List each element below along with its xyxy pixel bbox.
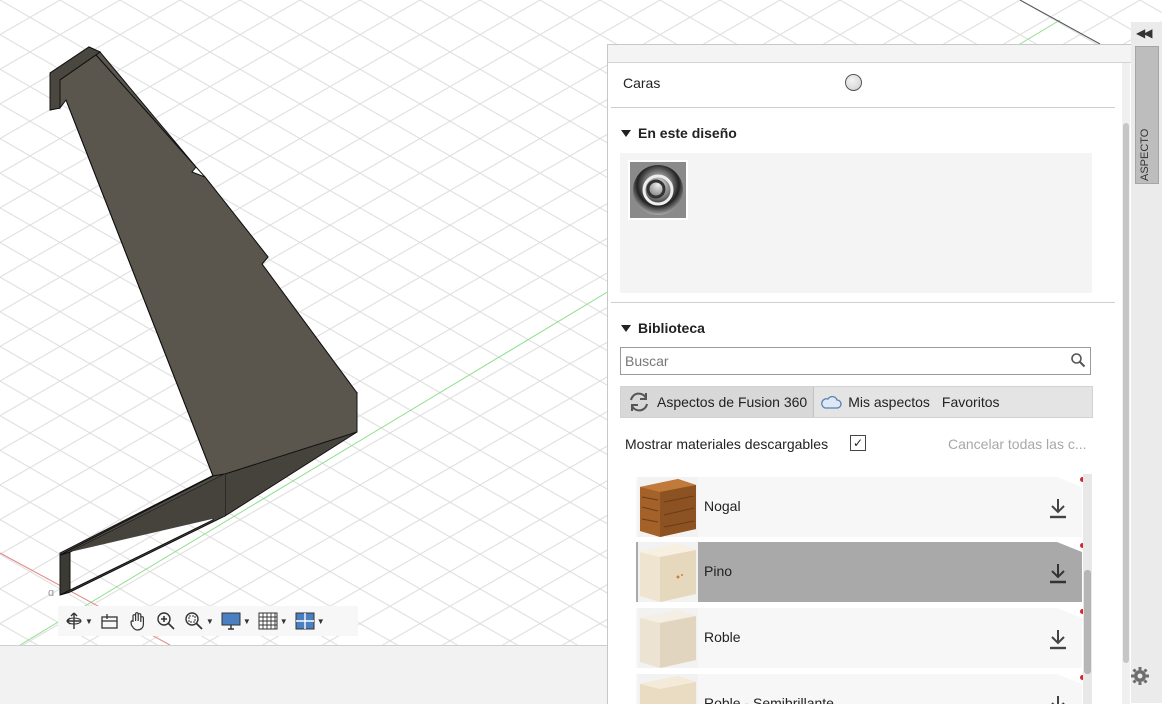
- appearance-side-tab[interactable]: ASPECTO: [1135, 46, 1159, 184]
- look-at-button[interactable]: [97, 608, 123, 634]
- panel-header[interactable]: [608, 45, 1131, 63]
- download-icon[interactable]: [1048, 562, 1068, 584]
- divider: [611, 302, 1115, 303]
- orbit-icon: [66, 612, 82, 629]
- tab-my-appearances[interactable]: Mis aspectos: [813, 387, 936, 417]
- list-item-nogal[interactable]: Nogal: [636, 477, 1082, 537]
- appearance-panel: Caras En este diseño Biblioteca Buscar A…: [607, 44, 1131, 704]
- in-design-box: [620, 153, 1092, 293]
- design-appearance-thumbnail[interactable]: [628, 160, 688, 220]
- tab-label: Aspectos de Fusion 360: [657, 394, 808, 410]
- list-item-roble[interactable]: Roble: [636, 608, 1082, 668]
- library-tabs: Aspectos de Fusion 360 Mis aspectos Favo…: [620, 386, 1093, 418]
- in-design-section-header[interactable]: En este diseño: [621, 125, 737, 141]
- grid-settings-button[interactable]: ▼: [255, 608, 290, 634]
- gear-icon[interactable]: [1130, 666, 1150, 686]
- pine-thumbnail: [638, 542, 698, 602]
- cancel-all-downloads-link[interactable]: Cancelar todas las c...: [948, 436, 1087, 452]
- zoom-button[interactable]: [153, 608, 179, 634]
- search-placeholder: Buscar: [625, 353, 669, 369]
- navigation-toolbar: ▼ ▼ ▼ ▼ ▼: [58, 606, 358, 636]
- fit-zoom-icon: [185, 612, 203, 630]
- pan-button[interactable]: [125, 608, 151, 634]
- chevron-down-icon[interactable]: ▼: [280, 617, 288, 626]
- display-settings-button[interactable]: ▼: [218, 608, 253, 634]
- show-downloadable-checkbox[interactable]: ✓: [850, 435, 866, 451]
- show-downloadable-row: Mostrar materiales descargables ✓ Cancel…: [625, 434, 1095, 456]
- tab-favorites[interactable]: Favoritos: [936, 387, 1006, 417]
- pan-hand-icon: [130, 612, 144, 631]
- material-name: Pino: [704, 563, 733, 579]
- apply-to-faces-row: Caras: [623, 73, 1113, 97]
- library-search-input[interactable]: Buscar: [620, 347, 1091, 375]
- collapse-triangle-icon[interactable]: [621, 324, 631, 332]
- walnut-thumbnail: [638, 477, 698, 537]
- library-section-header[interactable]: Biblioteca: [621, 320, 705, 336]
- download-icon[interactable]: [1048, 628, 1068, 650]
- refresh-icon[interactable]: [627, 391, 651, 413]
- library-title: Biblioteca: [638, 320, 705, 336]
- orbit-button[interactable]: ▼: [62, 608, 95, 634]
- collapse-triangle-icon[interactable]: [621, 129, 631, 137]
- search-icon[interactable]: [1070, 352, 1086, 368]
- timeline-area: [0, 645, 608, 704]
- oak-semigloss-thumbnail: [638, 674, 698, 704]
- list-item-roble-semibrillante[interactable]: Roble - Semibrillante: [636, 674, 1082, 704]
- display-settings-icon: [221, 612, 241, 630]
- zoom-icon: [157, 612, 175, 630]
- list-item-pino[interactable]: Pino: [636, 542, 1082, 602]
- viewports-icon: [295, 612, 315, 630]
- show-downloadable-label: Mostrar materiales descargables: [625, 436, 829, 452]
- faces-label: Caras: [623, 75, 661, 91]
- material-name: Roble: [704, 629, 741, 645]
- cloud-icon: [821, 395, 842, 409]
- chevron-down-icon[interactable]: ▼: [85, 617, 93, 626]
- side-tab-label: ASPECTO: [1139, 128, 1151, 181]
- look-at-icon: [101, 614, 118, 629]
- chrome-material-icon: [630, 162, 686, 218]
- in-design-title: En este diseño: [638, 125, 737, 141]
- tab-label: Mis aspectos: [848, 394, 930, 410]
- material-name: Nogal: [704, 498, 741, 514]
- panel-scrollbar[interactable]: [1122, 63, 1130, 704]
- tab-fusion360-appearances[interactable]: Aspectos de Fusion 360: [621, 387, 814, 417]
- collapse-panel-icon[interactable]: ◀◀: [1136, 26, 1153, 40]
- viewports-button[interactable]: ▼: [292, 608, 327, 634]
- grid-settings-icon: [258, 612, 278, 630]
- material-list: Nogal Pino Roble Roble - Semibrillante: [636, 474, 1093, 704]
- chevron-down-icon[interactable]: ▼: [243, 617, 251, 626]
- oak-thumbnail: [638, 608, 698, 668]
- origin-marker: ɑ: [48, 587, 54, 599]
- fit-zoom-button[interactable]: ▼: [181, 608, 216, 634]
- download-icon[interactable]: [1048, 497, 1068, 519]
- chevron-down-icon[interactable]: ▼: [317, 617, 325, 626]
- scrollbar-thumb[interactable]: [1123, 123, 1129, 663]
- tab-label: Favoritos: [941, 394, 1000, 410]
- material-list-scrollbar[interactable]: [1083, 474, 1092, 704]
- divider: [611, 107, 1115, 108]
- faces-radio[interactable]: [845, 74, 862, 91]
- chevron-down-icon[interactable]: ▼: [206, 617, 214, 626]
- scrollbar-thumb[interactable]: [1084, 570, 1091, 674]
